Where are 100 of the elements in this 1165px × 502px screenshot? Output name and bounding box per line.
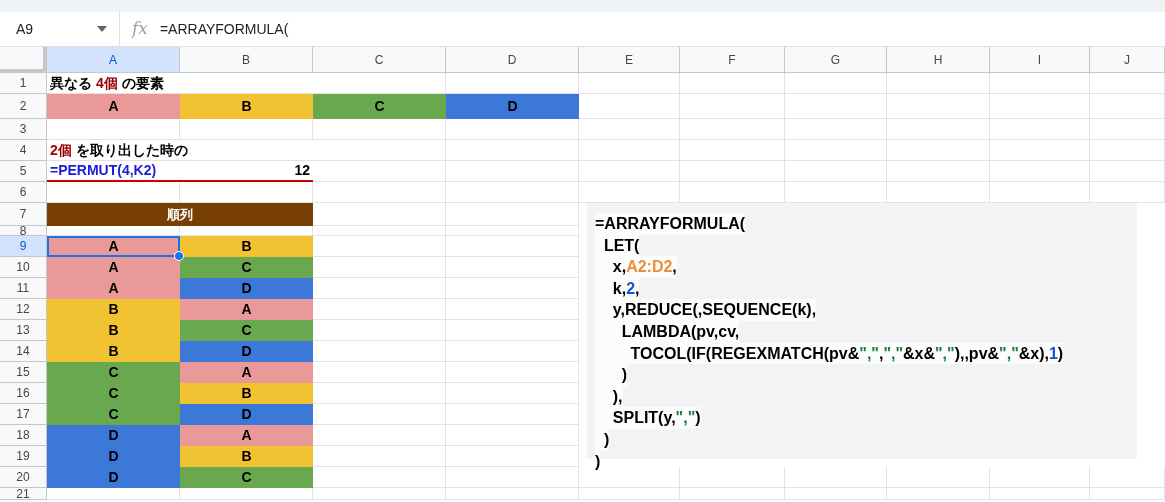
colored-cell[interactable]: B (180, 383, 313, 404)
row-header[interactable]: 20 (0, 467, 47, 488)
grid-cell[interactable] (680, 119, 785, 140)
grid-cell[interactable] (446, 278, 579, 299)
grid-cell[interactable] (313, 161, 446, 182)
row-header[interactable]: 15 (0, 362, 47, 383)
column-header[interactable]: C (313, 47, 446, 73)
colored-cell[interactable]: B (180, 446, 313, 467)
row-header[interactable]: 10 (0, 257, 47, 278)
grid-cell[interactable] (446, 446, 579, 467)
row-header[interactable]: 14 (0, 341, 47, 362)
grid-cell[interactable] (446, 488, 579, 500)
row-header[interactable]: 5 (0, 161, 47, 182)
grid-cell[interactable] (887, 488, 990, 500)
row-header[interactable]: 18 (0, 425, 47, 446)
grid-cell[interactable] (446, 383, 579, 404)
grid-cell[interactable] (579, 161, 680, 182)
colored-cell[interactable]: B (47, 299, 180, 320)
grid-cell[interactable] (990, 119, 1090, 140)
colored-cell[interactable]: C (180, 320, 313, 341)
grid-cell[interactable] (579, 488, 680, 500)
grid-cell[interactable] (446, 182, 579, 203)
grid-cell[interactable] (1090, 73, 1165, 94)
grid-cell[interactable] (887, 161, 990, 182)
grid-cell[interactable] (446, 341, 579, 362)
colored-cell[interactable]: A (47, 257, 180, 278)
grid-cell[interactable] (785, 488, 887, 500)
grid-cell[interactable] (313, 299, 446, 320)
colored-cell[interactable]: C (47, 362, 180, 383)
grid-cell[interactable] (1090, 94, 1165, 119)
grid-cell[interactable] (313, 182, 446, 203)
row-header[interactable]: 12 (0, 299, 47, 320)
grid-cell[interactable] (680, 467, 785, 488)
row-header[interactable]: 4 (0, 140, 47, 161)
grid-cell[interactable] (313, 203, 446, 226)
colored-cell[interactable]: B (47, 320, 180, 341)
colored-cell[interactable]: C (180, 467, 313, 488)
grid-cell[interactable] (1090, 119, 1165, 140)
grid-cell[interactable] (446, 404, 579, 425)
grid-cell[interactable] (313, 140, 446, 161)
grid-cell[interactable] (579, 140, 680, 161)
grid-cell[interactable] (313, 404, 446, 425)
grid-cell[interactable] (990, 488, 1090, 500)
colored-cell[interactable]: D (446, 94, 579, 119)
grid-cell[interactable] (313, 119, 446, 140)
colored-cell[interactable]: D (47, 425, 180, 446)
row-header[interactable]: 1 (0, 73, 47, 94)
column-header[interactable]: I (990, 47, 1090, 73)
colored-cell[interactable]: A (180, 299, 313, 320)
grid-cell[interactable] (446, 425, 579, 446)
colored-cell[interactable]: C (47, 383, 180, 404)
grid-cell[interactable] (446, 119, 579, 140)
grid-cell[interactable] (313, 425, 446, 446)
column-header[interactable]: D (446, 47, 579, 73)
grid-cell[interactable] (990, 467, 1090, 488)
column-header[interactable]: B (180, 47, 313, 73)
column-header[interactable]: F (680, 47, 785, 73)
name-box[interactable]: A9 (0, 12, 120, 46)
grid-cell[interactable] (887, 140, 990, 161)
column-header[interactable]: H (887, 47, 990, 73)
grid-cell[interactable] (680, 140, 785, 161)
grid-cell[interactable] (446, 226, 579, 236)
grid-cell[interactable] (313, 446, 446, 467)
grid-cell[interactable] (446, 257, 579, 278)
grid-cell[interactable] (785, 161, 887, 182)
row-header[interactable]: 8 (0, 226, 47, 236)
grid-cell[interactable] (579, 94, 680, 119)
colored-cell[interactable]: C (180, 257, 313, 278)
dropdown-caret-icon[interactable] (97, 26, 107, 32)
grid-cell[interactable] (180, 488, 313, 500)
grid-cell[interactable] (446, 140, 579, 161)
grid-cell[interactable] (446, 362, 579, 383)
row-header[interactable]: 3 (0, 119, 47, 140)
grid-cell[interactable] (990, 140, 1090, 161)
grid-cell[interactable] (1090, 161, 1165, 182)
colored-cell[interactable]: D (180, 341, 313, 362)
colored-cell[interactable]: C (313, 94, 446, 119)
grid-cell[interactable] (446, 299, 579, 320)
colored-cell[interactable]: A (47, 278, 180, 299)
colored-cell[interactable]: B (180, 94, 313, 119)
grid-cell[interactable] (446, 203, 579, 226)
grid-cell[interactable] (313, 320, 446, 341)
grid-cell[interactable] (680, 94, 785, 119)
grid-cell[interactable] (446, 161, 579, 182)
grid-cell[interactable] (680, 161, 785, 182)
grid-cell[interactable] (579, 119, 680, 140)
colored-cell[interactable]: B (47, 341, 180, 362)
grid-cell[interactable] (785, 94, 887, 119)
colored-cell[interactable]: D (180, 404, 313, 425)
grid-cell[interactable] (990, 73, 1090, 94)
colored-cell[interactable]: D (47, 446, 180, 467)
column-header[interactable]: G (785, 47, 887, 73)
grid-cell[interactable] (313, 278, 446, 299)
column-header[interactable]: E (579, 47, 680, 73)
colored-cell[interactable]: B (180, 236, 313, 257)
grid-cell[interactable] (180, 119, 313, 140)
column-header[interactable]: J (1090, 47, 1165, 73)
grid-cell[interactable] (1090, 467, 1165, 488)
grid-cell[interactable] (446, 467, 579, 488)
grid-cell[interactable] (785, 119, 887, 140)
